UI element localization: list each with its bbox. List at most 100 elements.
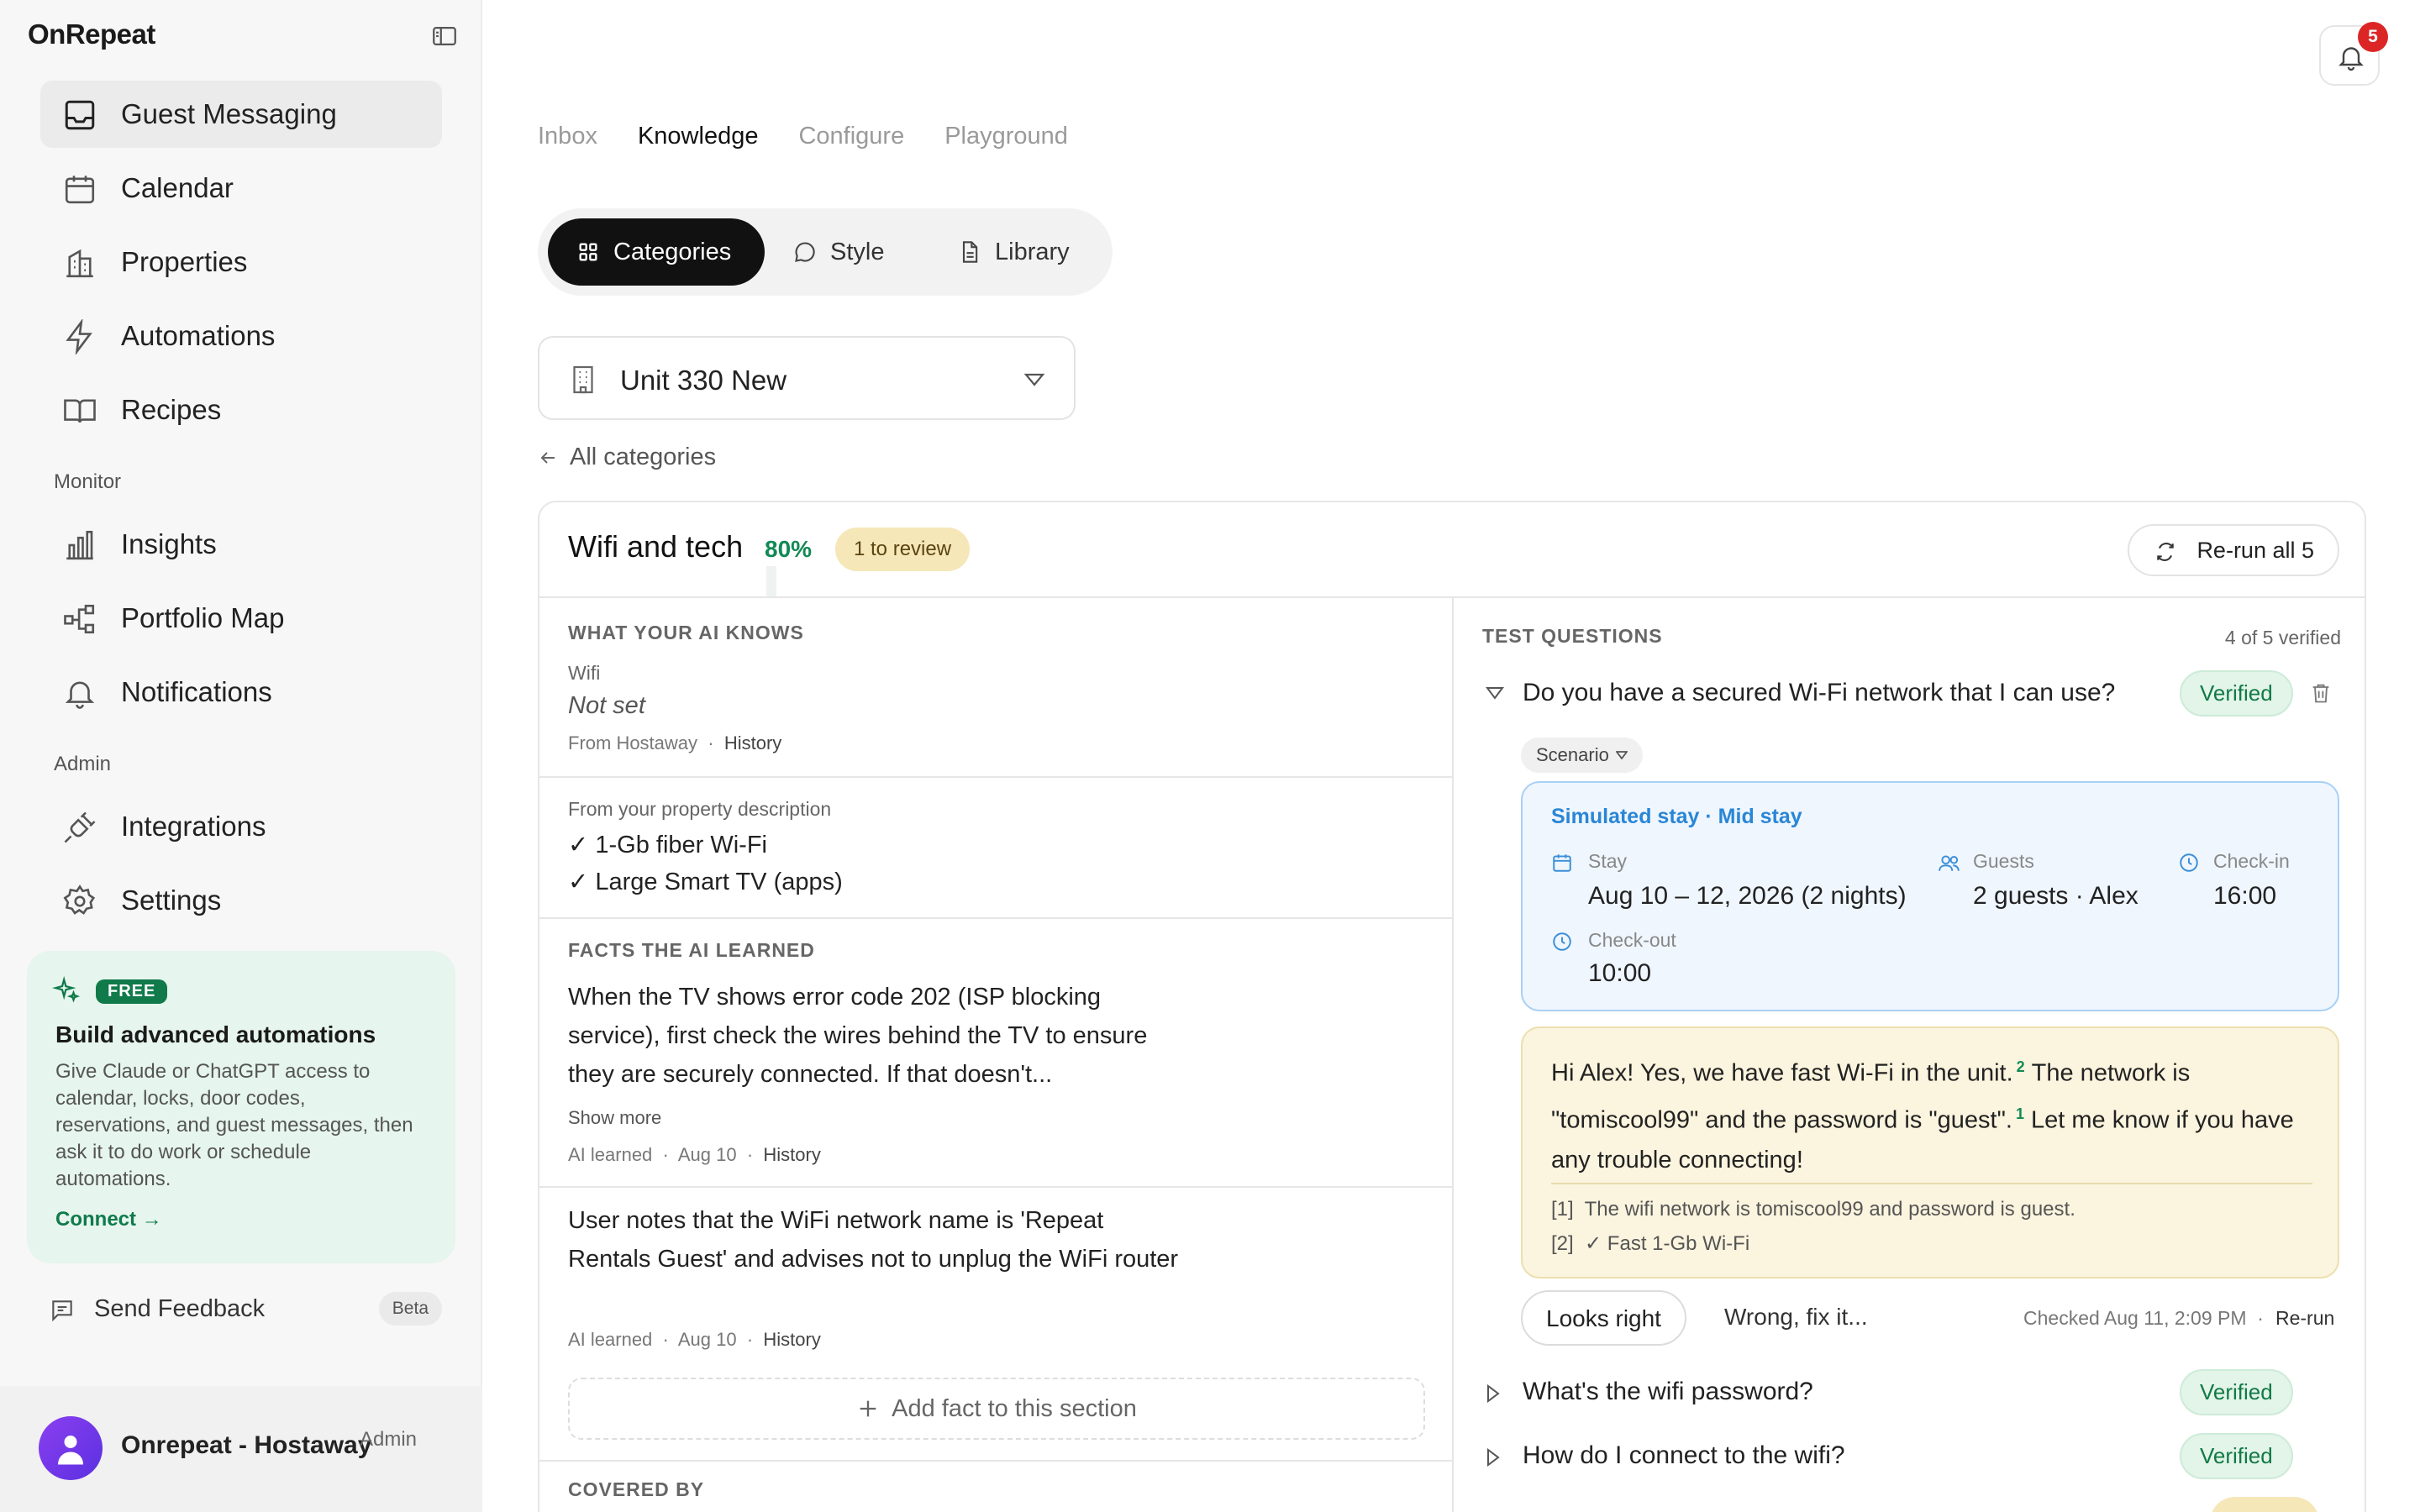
show-more-link[interactable]: Show more [568,1107,661,1129]
chevron-right-icon[interactable] [1486,1384,1501,1403]
all-categories-link[interactable]: All categories [538,444,716,471]
field-source: From Hostaway [568,732,698,753]
promo-description: Give Claude or ChatGPT access to calenda… [55,1060,413,1190]
citation-ref[interactable]: 2 [2017,1058,2025,1075]
connect-link[interactable]: Connect → [55,1208,162,1231]
section-admin: Admin [54,753,112,775]
wrong-fix-button[interactable]: Wrong, fix it... [1724,1304,1868,1331]
trash-icon[interactable] [2309,680,2333,706]
history-link[interactable]: History [763,1329,820,1350]
sidebar-item-label: Insights [121,528,217,559]
guests-label: Guests [1973,850,2034,872]
category-header: Wifi and tech 80% 1 to review Re-run all… [539,502,2365,598]
sidebar-item-automations[interactable]: Automations [40,302,442,370]
top-tabs: Inbox Knowledge Configure Playground [538,123,1068,150]
knowledge-column: WHAT YOUR AI KNOWS Wifi Not set From Hos… [539,598,1454,1512]
promo-card: FREE Build advanced automations Give Cla… [27,951,455,1263]
sidebar-item-label: Guest Messaging [121,98,337,129]
bell-icon [62,675,97,711]
unit-select[interactable]: Unit 330 New [538,336,1076,420]
sidebar-item-label: Integrations [121,811,266,842]
segment-label: Library [995,238,1070,265]
add-fact-label: Add fact to this section [892,1394,1137,1422]
simulated-stay-title: Simulated stay · Mid stay [1551,805,1802,828]
answer-text: Hi Alex! Yes, we have fast Wi-Fi in the … [1551,1047,2307,1180]
rerun-all-button[interactable]: Re-run all 5 [2128,524,2339,576]
citation-ref[interactable]: 1 [2016,1105,2024,1122]
source-item: [1] The wifi network is tomiscool99 and … [1551,1198,2075,1221]
question-text: What's the wifi password? [1523,1378,1813,1405]
sidebar-item-settings[interactable]: Settings [40,867,442,934]
building-icon [62,245,97,281]
sidebar-item-integrations[interactable]: Integrations [40,793,442,860]
question-text: Do you have a secured Wi-Fi network that… [1523,679,2116,706]
description-items: ✓ 1-Gb fiber Wi-Fi ✓ Large Smart TV (app… [568,827,843,900]
sidebar-item-recipes[interactable]: Recipes [40,376,442,444]
user-role: Admin [360,1428,418,1451]
chevron-down-icon [1615,751,1628,759]
test-question-row[interactable]: What's the wifi password? Verified [1479,1369,2344,1416]
rerun-link[interactable]: Re-run [2275,1307,2334,1330]
segment-label: Categories [613,238,732,265]
notification-count-badge: 5 [2358,22,2388,52]
looks-right-button[interactable]: Looks right [1521,1290,1686,1346]
sidebar-item-label: Recipes [121,394,222,425]
stay-label: Stay [1588,850,1628,872]
chevron-down-icon[interactable] [1486,685,1504,701]
test-question-row[interactable]: Do you have a secured Wi-Fi network that… [1479,670,2344,717]
user-menu[interactable]: Onrepeat - Hostaway Admin [0,1386,482,1512]
feedback-icon [49,1297,76,1324]
sidebar-item-calendar[interactable]: Calendar [40,155,442,222]
sidebar-item-guest-messaging[interactable]: Guest Messaging [40,81,442,148]
sidebar-item-insights[interactable]: Insights [40,511,442,578]
source-text: ✓ Fast 1-Gb Wi-Fi [1585,1232,1750,1255]
sidebar-item-properties[interactable]: Properties [40,228,442,296]
sidebar-item-label: Portfolio Map [121,602,285,633]
partial-status-badge [2210,1497,2319,1512]
fact-meta: AI learned · Aug 10 · History [568,1144,821,1165]
avatar [39,1416,103,1480]
notifications-button[interactable]: 5 [2319,22,2388,86]
bar-chart-icon [62,528,97,563]
app-logo: OnRepeat [28,18,155,50]
sidebar-item-label: Calendar [121,172,234,203]
divider [1551,1183,2312,1184]
percent-bar [766,566,776,596]
tab-playground[interactable]: Playground [944,123,1068,150]
tab-knowledge[interactable]: Knowledge [638,123,759,150]
facts-caption: FACTS THE AI LEARNED [568,939,815,961]
promo-title: Build advanced automations [55,1021,376,1047]
checkin-value: 16:00 [2213,882,2277,910]
tab-inbox[interactable]: Inbox [538,123,597,150]
segment-style[interactable]: Style [793,218,919,286]
segment-categories[interactable]: Categories [548,218,765,286]
sidebar-item-portfolio-map[interactable]: Portfolio Map [40,585,442,652]
feedback-label: Send Feedback [94,1295,266,1322]
sidebar-item-notifications[interactable]: Notifications [40,659,442,726]
segment-library[interactable]: Library [958,218,1101,286]
fact-source: AI learned [568,1329,653,1350]
add-fact-button[interactable]: Add fact to this section [568,1378,1425,1440]
sidebar: OnRepeat Guest Messaging Calendar Proper… [0,0,482,1512]
fact-date: Aug 10 [677,1144,737,1165]
view-switcher: Categories Style Library [538,208,1113,296]
tab-configure[interactable]: Configure [798,123,904,150]
chevron-right-icon[interactable] [1486,1448,1501,1467]
review-badge[interactable]: 1 to review [835,528,971,571]
fact-source: AI learned [568,1144,653,1165]
checked-timestamp: Checked Aug 11, 2:09 PM · [2023,1307,2264,1329]
plug-icon [62,810,97,845]
scenario-dropdown[interactable]: Scenario [1521,738,1643,773]
history-link[interactable]: History [724,732,781,753]
building-icon [568,365,598,395]
guests-icon [1938,852,1961,874]
sidebar-toggle-icon[interactable] [430,22,459,50]
sidebar-item-label: Settings [121,885,222,916]
free-badge: FREE [96,979,168,1004]
send-feedback-button[interactable]: Send Feedback Beta [40,1284,442,1337]
inbox-icon [62,97,97,133]
history-link[interactable]: History [763,1144,820,1165]
test-question-row[interactable]: How do I connect to the wifi? Verified [1479,1433,2344,1480]
plus-icon [860,1400,876,1417]
unit-select-value: Unit 330 New [620,365,787,396]
